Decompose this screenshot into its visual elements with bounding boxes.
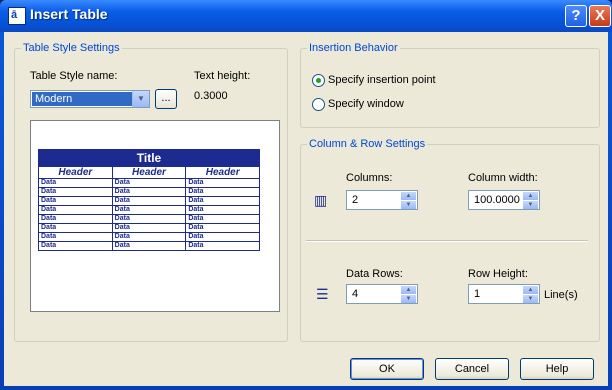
title-bar[interactable]: ā Insert Table ? X [0, 0, 612, 32]
column-width-label: Column width: [468, 172, 538, 184]
text-height-label: Text height: [194, 70, 251, 82]
preview-data-cell: Data [185, 224, 259, 232]
ok-button[interactable]: OK [350, 358, 424, 380]
preview-data-cell: Data [185, 197, 259, 205]
specify-window-radio[interactable] [312, 98, 325, 111]
columns-stepper[interactable]: 2 ▲ ▼ [346, 190, 418, 210]
preview-data-cell: Data [111, 215, 186, 223]
preview-data-cell: Data [185, 233, 259, 241]
spin-down-icon[interactable]: ▼ [401, 295, 416, 303]
column-width-stepper[interactable]: 100.0000 ▲ ▼ [468, 190, 540, 210]
titlebar-help-button[interactable]: ? [565, 5, 587, 27]
preview-title: Title [39, 150, 259, 166]
preview-data-cell: Data [41, 179, 57, 186]
preview-data-cell: Data [111, 179, 186, 187]
preview-data-cell: Data [185, 188, 259, 196]
preview-data-row: Data Data Data [39, 178, 259, 187]
preview-data-cell: Data [185, 206, 259, 214]
column-row-legend: Column & Row Settings [309, 138, 426, 150]
insert-table-dialog: ā Insert Table ? X Table Style Settings … [0, 0, 612, 390]
preview-data-cell: Data [41, 188, 57, 195]
preview-data-row: Data Data Data [39, 187, 259, 196]
data-rows-label: Data Rows: [346, 268, 403, 280]
insertion-behavior-legend: Insertion Behavior [309, 42, 398, 54]
data-rows-value: 4 [352, 288, 359, 300]
preview-data-cell: Data [41, 224, 57, 231]
preview-data-cell: Data [111, 188, 186, 196]
preview-data-cell: Data [111, 197, 186, 205]
specify-window-label[interactable]: Specify window [328, 98, 404, 110]
columns-label: Columns: [346, 172, 393, 184]
preview-data-cell: Data [111, 242, 186, 250]
preview-data-cell: Data [111, 206, 186, 214]
spin-up-icon[interactable]: ▲ [401, 192, 416, 200]
preview-data-row: Data Data Data [39, 214, 259, 223]
preview-data-cell: Data [111, 233, 186, 241]
preview-data-cell: Data [41, 242, 57, 249]
preview-data-cell: Data [185, 242, 259, 250]
preview-data-row: Data Data Data [39, 205, 259, 214]
preview-header-cell: Header [58, 167, 93, 178]
preview-data-cell: Data [185, 179, 259, 187]
preview-header-cell: Header [185, 167, 259, 178]
spin-down-icon[interactable]: ▼ [523, 201, 538, 209]
app-icon: ā [8, 7, 26, 25]
chevron-down-icon[interactable]: ▼ [132, 91, 149, 107]
preview-data-cell: Data [41, 197, 57, 204]
help-button[interactable]: Help [520, 358, 594, 380]
columns-value: 2 [352, 194, 359, 206]
window-title: Insert Table [30, 6, 108, 22]
row-height-unit: Line(s) [544, 289, 578, 301]
table-preview: Title Header Header Header Data Data Data D… [30, 120, 280, 312]
rows-icon: ☰ [316, 286, 329, 302]
columns-icon: ▥ [314, 192, 328, 208]
insertion-point-label[interactable]: Specify insertion point [328, 74, 436, 86]
divider [306, 240, 588, 242]
spin-up-icon[interactable]: ▲ [523, 192, 538, 200]
spin-up-icon[interactable]: ▲ [523, 286, 538, 294]
table-style-select[interactable]: Modern ▼ [30, 90, 150, 108]
table-style-legend: Table Style Settings [23, 42, 120, 54]
preview-data-cell: Data [41, 233, 57, 240]
preview-data-row: Data Data Data [39, 223, 259, 232]
row-height-label: Row Height: [468, 268, 528, 280]
close-button[interactable]: X [589, 5, 611, 27]
preview-header-cell: Header [111, 167, 186, 178]
preview-data-row: Data Data Data [39, 241, 259, 250]
spin-down-icon[interactable]: ▼ [401, 201, 416, 209]
column-width-value: 100.0000 [474, 194, 520, 206]
preview-header-row: Header Header Header [39, 166, 259, 178]
row-height-value: 1 [474, 288, 481, 300]
dialog-client-area: Table Style Settings Table Style name: T… [4, 32, 608, 386]
table-style-selected: Modern [32, 92, 132, 106]
text-height-value: 0.3000 [194, 90, 228, 102]
table-style-name-label: Table Style name: [30, 70, 118, 82]
preview-data-row: Data Data Data [39, 196, 259, 205]
insertion-point-radio[interactable] [312, 74, 325, 87]
browse-style-button[interactable]: ... [155, 89, 177, 109]
preview-data-row: Data Data Data [39, 232, 259, 241]
preview-data-cell: Data [41, 215, 57, 222]
cancel-button[interactable]: Cancel [435, 358, 509, 380]
radio-selected-dot [316, 78, 321, 83]
spin-down-icon[interactable]: ▼ [523, 295, 538, 303]
spin-up-icon[interactable]: ▲ [401, 286, 416, 294]
preview-table: Title Header Header Header Data Data Data D… [38, 149, 260, 251]
row-height-stepper[interactable]: 1 ▲ ▼ [468, 284, 540, 304]
preview-data-cell: Data [111, 224, 186, 232]
preview-data-cell: Data [41, 206, 57, 213]
preview-data-cell: Data [185, 215, 259, 223]
data-rows-stepper[interactable]: 4 ▲ ▼ [346, 284, 418, 304]
